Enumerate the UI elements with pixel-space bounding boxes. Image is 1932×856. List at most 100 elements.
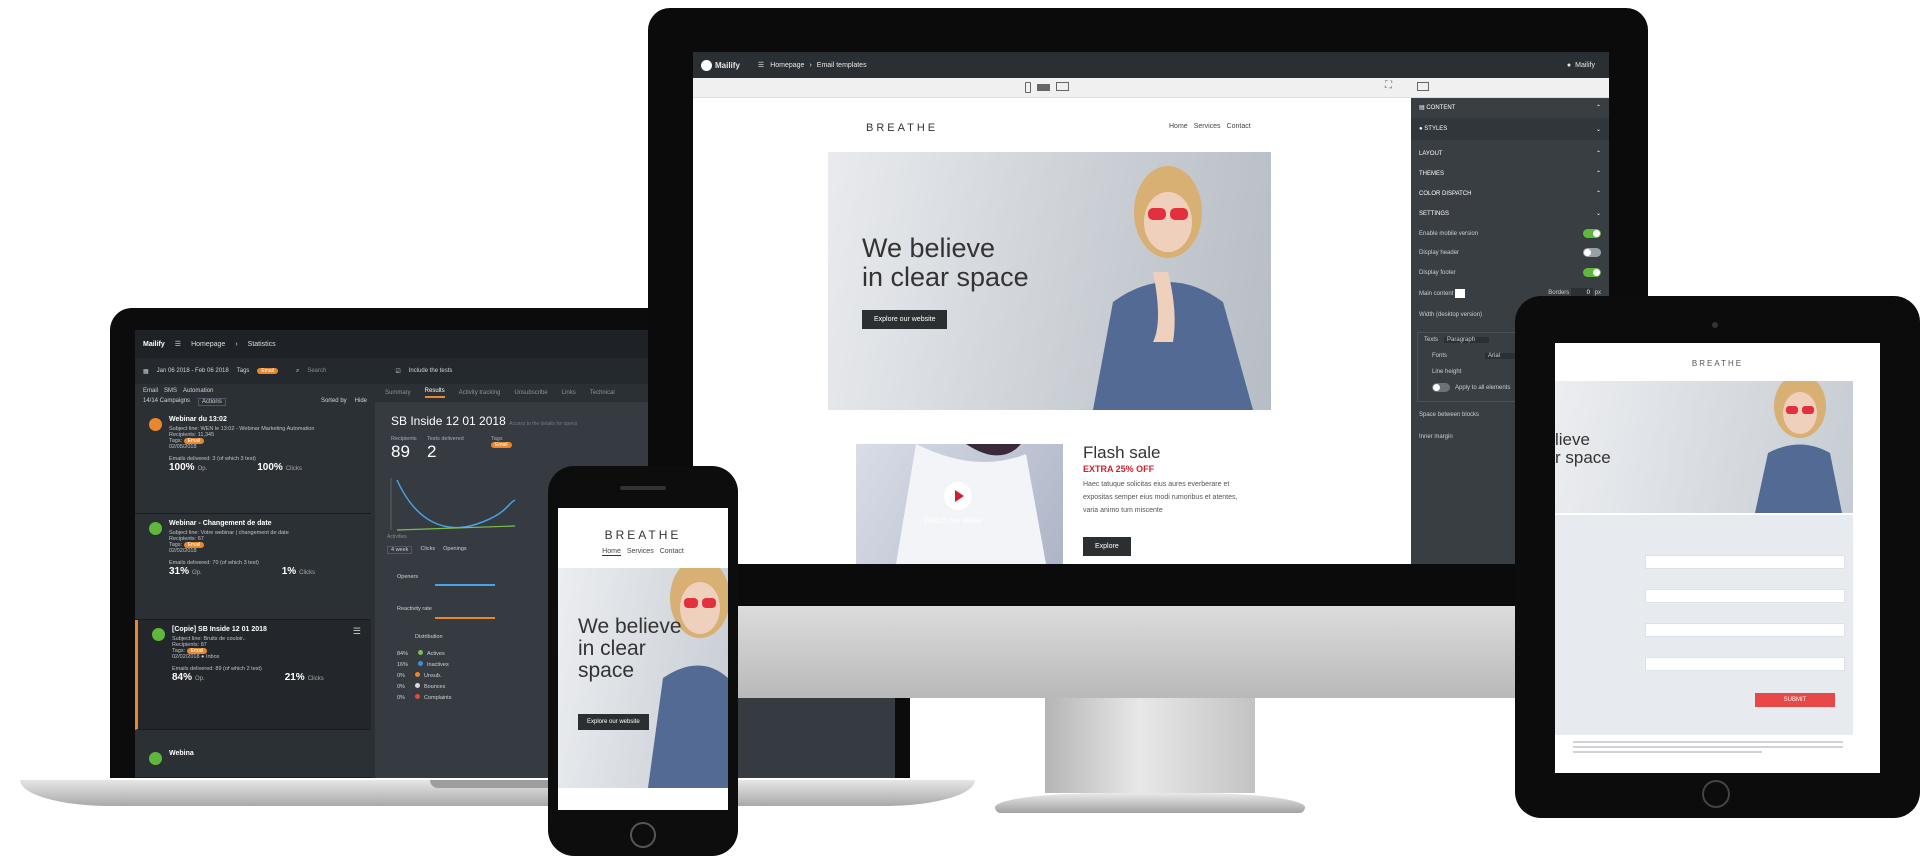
email-nav-contact[interactable]: Contact [1227, 123, 1251, 130]
period-select[interactable]: 4 week [387, 546, 413, 554]
explore-website-button[interactable]: Explore our website [862, 310, 948, 329]
channel-automation[interactable]: Automation [183, 388, 213, 394]
tag-email[interactable]: Email [257, 368, 278, 374]
sorted-by[interactable]: Sorted by [321, 398, 347, 406]
campaign-date: 02/02/2018 [172, 654, 200, 660]
apply-all-toggle[interactable] [1432, 383, 1450, 392]
tab-results[interactable]: Results [424, 388, 445, 398]
form-field[interactable] [1645, 589, 1845, 603]
form-field[interactable] [1645, 657, 1845, 671]
enable-mobile-toggle[interactable] [1583, 229, 1601, 238]
phone-nav-services[interactable]: Services [627, 548, 654, 556]
tab-links[interactable]: Links [562, 390, 576, 396]
email-nav-home[interactable]: Home [1169, 123, 1188, 130]
desktop-view-icon[interactable] [1056, 82, 1069, 91]
breadcrumb-current: Email templates [816, 61, 867, 69]
distribution-label: Complaints [423, 695, 452, 701]
mailify-logo: Mailify [715, 60, 740, 70]
form-field[interactable] [1645, 555, 1845, 569]
clicks-checkbox[interactable]: Clicks [420, 546, 435, 554]
fullscreen-icon[interactable]: ⛶ [1385, 80, 1392, 91]
campaign-card[interactable]: Webina [135, 744, 371, 778]
opens-stat: 84% Op. [172, 672, 205, 683]
search-icon: ⌕ [295, 367, 300, 374]
hero-model-image [1093, 166, 1253, 410]
explore-button[interactable]: Explore [1083, 537, 1131, 556]
chevron-up-icon: ⌃ [1595, 191, 1601, 197]
distribution-item: 16% Inactives [397, 661, 451, 668]
breadcrumb-home[interactable]: Homepage [770, 62, 804, 69]
display-header-toggle[interactable] [1583, 248, 1601, 257]
distribution-item: 0% Complaints [397, 694, 451, 701]
metric-reactivity[interactable]: Reactivity rate [397, 606, 432, 612]
breadcrumb-home[interactable]: Homepage [191, 341, 225, 348]
clicks-stat: 100% Clicks [257, 462, 302, 473]
texts-label: Texts [1424, 337, 1439, 343]
chevron-right-icon: › [235, 340, 238, 348]
email-nav-services[interactable]: Services [1194, 123, 1221, 130]
panel-section-styles[interactable]: ● STYLES ⌄ [1411, 118, 1609, 140]
email-hero[interactable]: We believe in clear space Explore our web… [828, 152, 1271, 410]
kpi-value: 2 [427, 442, 437, 461]
phone-hero-line1: We believe [578, 615, 682, 638]
panel-section-content[interactable]: ▤ CONTENT ⌃ [1411, 104, 1609, 111]
video-thumbnail[interactable]: Watch our video [856, 444, 1063, 564]
date-range[interactable]: Jan 06 2018 - Feb 06 2018 [157, 368, 229, 374]
search-input[interactable]: Search [307, 368, 387, 374]
actions-dropdown[interactable]: Actions [198, 398, 226, 406]
form-field[interactable] [1645, 623, 1845, 637]
phone-hero[interactable]: We believe in clear space Explore our we… [558, 568, 728, 788]
kpi-tags: Tags Email [491, 436, 512, 448]
hero-title-line1: We believe [862, 233, 996, 263]
display-footer-row: Display footer [1419, 268, 1601, 277]
panel-section-themes[interactable]: THEMES ⌃ [1411, 170, 1609, 178]
styles-label: ● STYLES [1419, 126, 1448, 132]
clicks-value: 1% [281, 566, 297, 577]
calendar-icon[interactable]: ▦ [143, 368, 149, 375]
phone-explore-button[interactable]: Explore our website [578, 714, 649, 730]
phone-speaker [620, 486, 666, 490]
display-footer-toggle[interactable] [1583, 268, 1601, 277]
panel-section-settings[interactable]: SETTINGS ⌄ [1411, 210, 1609, 218]
tablet-hero-model-image [1755, 381, 1842, 513]
legend-dot-icon [418, 650, 424, 655]
metric-openers[interactable]: Openers [397, 574, 418, 580]
openers-bar [435, 584, 495, 586]
check-icon [149, 522, 162, 535]
panel-section-layout[interactable]: LAYOUT ⌃ [1411, 150, 1609, 158]
main-content-color-swatch[interactable] [1455, 288, 1466, 298]
include-tests-checkbox[interactable]: ☑ [395, 368, 400, 375]
user-menu[interactable]: Mailify [1575, 62, 1595, 69]
phone-nav-home[interactable]: Home [602, 548, 621, 556]
panel-toggle-icon[interactable] [1417, 82, 1429, 91]
campaign-card-selected[interactable]: [Copie] SB Inside 12 01 2018 Subject lin… [135, 620, 371, 730]
campaign-card[interactable]: Webinar - Changement de date Subject lin… [135, 514, 371, 620]
tablet-view-icon[interactable] [1037, 84, 1050, 91]
menu-icon[interactable]: ☰ [175, 340, 181, 348]
campaign-card[interactable]: Webinar du 13:02 Subject line: WEN le 13… [135, 410, 371, 514]
channel-sms[interactable]: SMS [164, 388, 177, 394]
texts-select[interactable]: Paragraph [1444, 337, 1490, 343]
menu-icon[interactable]: ☰ [758, 61, 764, 69]
user-icon: ● [1566, 61, 1572, 69]
play-triangle-icon [955, 490, 964, 502]
phone-email-logo: BREATHE [604, 528, 682, 542]
menu-icon[interactable]: ☰ [353, 626, 361, 637]
monitor-stand [1045, 698, 1255, 793]
phone-hero-title: We believe in clear space [578, 616, 682, 682]
footer-line [1573, 741, 1843, 743]
hide-toggle[interactable]: Hide [355, 398, 367, 406]
panel-section-color-dispatch[interactable]: COLOR DISPATCH ⌃ [1411, 190, 1609, 198]
main-content-label: Main content [1419, 290, 1454, 297]
openings-checkbox[interactable]: Openings [443, 546, 467, 554]
tab-activity-tracking[interactable]: Activity tracking [459, 390, 501, 396]
enable-mobile-row: Enable mobile version [1419, 229, 1601, 238]
tab-technical[interactable]: Technical [590, 390, 615, 396]
channel-email[interactable]: Email [143, 388, 158, 394]
mobile-view-icon[interactable] [1025, 82, 1031, 93]
tab-unsubscribe[interactable]: Unsubscribe [514, 390, 547, 396]
flash-offer: EXTRA 25% OFF [1083, 464, 1155, 474]
phone-nav-contact[interactable]: Contact [660, 548, 684, 556]
tab-summary[interactable]: Summary [385, 390, 411, 396]
submit-button[interactable]: SUBMIT [1755, 693, 1835, 707]
